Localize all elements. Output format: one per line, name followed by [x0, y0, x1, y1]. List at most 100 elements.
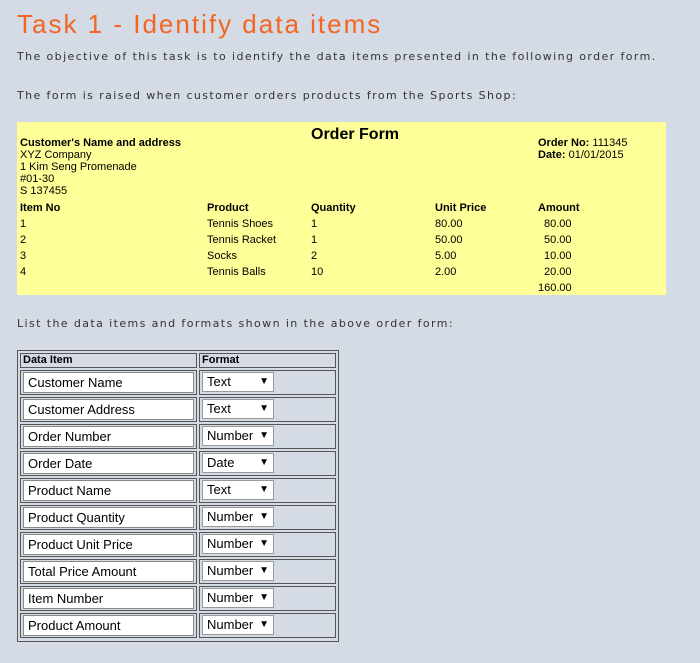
chevron-down-icon: ▼: [259, 403, 269, 414]
format-select[interactable]: Number ▼: [202, 507, 274, 527]
order-cell: 3: [20, 250, 27, 262]
order-form-title: Order Form: [311, 126, 400, 143]
order-cell: 80.00: [544, 218, 572, 230]
list-prompt-text: List the data items and formats shown in…: [17, 317, 454, 330]
chevron-down-icon: ▼: [259, 511, 269, 522]
data-item-cell: [20, 478, 197, 503]
format-select-value: Text: [207, 401, 231, 416]
order-cell: 2: [20, 234, 27, 246]
data-item-input[interactable]: [23, 534, 194, 555]
data-item-input[interactable]: [23, 588, 194, 609]
data-item-cell: [20, 532, 197, 557]
col-header-unit-price: Unit Price: [435, 202, 487, 214]
data-item-cell: [20, 370, 197, 395]
format-cell: Number ▼: [199, 559, 336, 584]
data-item-input[interactable]: [23, 453, 194, 474]
order-cell: 80.00: [435, 218, 463, 230]
data-item-cell: [20, 559, 197, 584]
order-number: Order No: 111345: [538, 137, 627, 149]
data-item-input[interactable]: [23, 615, 194, 636]
format-select[interactable]: Number ▼: [202, 534, 274, 554]
format-select[interactable]: Text ▼: [202, 399, 274, 419]
data-item-input[interactable]: [23, 480, 194, 501]
data-item-cell: [20, 451, 197, 476]
data-item-input[interactable]: [23, 561, 194, 582]
data-item-cell: [20, 397, 197, 422]
chevron-down-icon: ▼: [259, 619, 269, 630]
order-cell: 1: [311, 234, 318, 246]
format-cell: Number ▼: [199, 613, 336, 638]
format-cell: Date ▼: [199, 451, 336, 476]
data-item-input[interactable]: [23, 372, 194, 393]
date-value: 01/01/2015: [568, 149, 624, 161]
order-cell: Socks: [207, 250, 237, 262]
data-item-cell: [20, 424, 197, 449]
data-item-input[interactable]: [23, 399, 194, 420]
order-cell: 1: [311, 218, 318, 230]
order-no-label: Order No:: [538, 137, 590, 149]
data-item-input[interactable]: [23, 426, 194, 447]
date-label: Date:: [538, 149, 566, 161]
order-cell: 2: [311, 250, 318, 262]
header-format: Format: [199, 353, 336, 368]
form-raised-text: The form is raised when customer orders …: [17, 89, 518, 102]
col-header-quantity: Quantity: [311, 202, 356, 214]
format-cell: Text ▼: [199, 397, 336, 422]
order-cell: 20.00: [544, 266, 572, 278]
order-cell: 10: [311, 266, 324, 278]
format-select-value: Date: [207, 455, 235, 470]
order-no-value: 111345: [592, 137, 628, 149]
order-cell: Tennis Balls: [207, 266, 266, 278]
format-select[interactable]: Number ▼: [202, 561, 274, 581]
order-form: Order Form Customer's Name and address X…: [17, 122, 666, 295]
format-cell: Number ▼: [199, 586, 336, 611]
format-cell: Text ▼: [199, 478, 336, 503]
format-select[interactable]: Number ▼: [202, 615, 274, 635]
format-cell: Number ▼: [199, 505, 336, 530]
format-select-value: Number: [207, 563, 254, 578]
data-items-table: Data Item Format Text▼Text▼Number▼Date▼T…: [17, 350, 339, 642]
format-select-value: Text: [207, 374, 231, 389]
format-select[interactable]: Number ▼: [202, 426, 274, 446]
order-cell: 5.00: [435, 250, 457, 262]
format-select[interactable]: Date ▼: [202, 453, 274, 473]
format-select-value: Number: [207, 590, 254, 605]
format-select-value: Number: [207, 617, 254, 632]
order-cell: 50.00: [435, 234, 463, 246]
order-cell: Tennis Shoes: [207, 218, 274, 230]
chevron-down-icon: ▼: [259, 565, 269, 576]
chevron-down-icon: ▼: [259, 538, 269, 549]
data-item-input[interactable]: [23, 507, 194, 528]
col-header-product: Product: [207, 202, 249, 214]
format-cell: Number ▼: [199, 424, 336, 449]
address-line: XYZ Company: [20, 149, 92, 161]
order-cell: 4: [20, 266, 27, 278]
format-select[interactable]: Text ▼: [202, 372, 274, 392]
header-data-item: Data Item: [20, 353, 197, 368]
format-select-value: Number: [207, 428, 254, 443]
order-cell: 1: [20, 218, 27, 230]
format-select-value: Text: [207, 482, 231, 497]
task-page: Task 1 - Identify data items The objecti…: [0, 0, 700, 663]
format-cell: Number ▼: [199, 532, 336, 557]
data-item-cell: [20, 505, 197, 530]
col-header-amount: Amount: [538, 202, 580, 214]
data-item-cell: [20, 613, 197, 638]
format-select[interactable]: Number ▼: [202, 588, 274, 608]
order-date: Date: 01/01/2015: [538, 149, 624, 161]
data-item-cell: [20, 586, 197, 611]
address-line: 1 Kim Seng Promenade: [20, 161, 137, 173]
chevron-down-icon: ▼: [259, 484, 269, 495]
chevron-down-icon: ▼: [259, 430, 269, 441]
format-select-value: Number: [207, 536, 254, 551]
order-cell: 2.00: [435, 266, 457, 278]
intro-text: The objective of this task is to identif…: [17, 50, 657, 63]
chevron-down-icon: ▼: [259, 592, 269, 603]
order-cell: 50.00: [544, 234, 572, 246]
customer-label: Customer's Name and address: [20, 137, 181, 149]
page-title: Task 1 - Identify data items: [17, 9, 383, 39]
order-cell: Tennis Racket: [207, 234, 277, 246]
format-select[interactable]: Text ▼: [202, 480, 274, 500]
format-cell: Text ▼: [199, 370, 336, 395]
address-line: S 137455: [20, 185, 68, 197]
